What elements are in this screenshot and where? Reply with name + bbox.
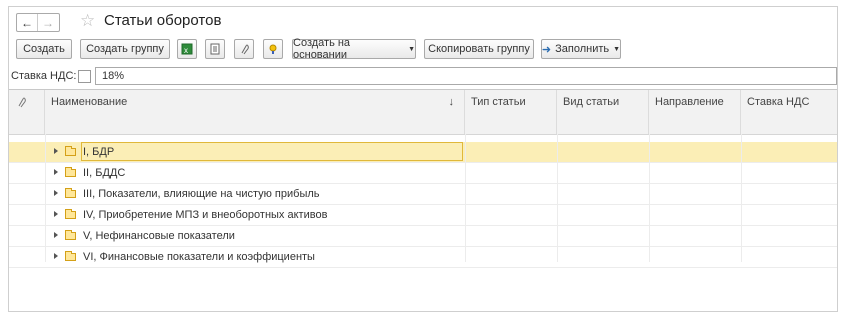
vat-checkbox[interactable] bbox=[78, 70, 91, 83]
excel-icon[interactable]: x bbox=[177, 39, 197, 59]
star-icon[interactable]: ☆ bbox=[80, 12, 95, 30]
table-row[interactable]: III, Показатели, влияющие на чистую приб… bbox=[9, 184, 837, 205]
fill-label: Заполнить bbox=[555, 43, 610, 55]
expand-icon[interactable] bbox=[54, 211, 58, 217]
column-header-name[interactable]: Наименование ↓ bbox=[45, 90, 465, 134]
column-divider bbox=[45, 134, 46, 262]
fill-button[interactable]: ➜ Заполнить ▼ bbox=[541, 39, 621, 59]
folder-icon bbox=[65, 251, 76, 261]
row-label: IV, Приобретение МПЗ и внеоборотных акти… bbox=[83, 209, 328, 221]
column-header-vat[interactable]: Ставка НДС bbox=[741, 90, 837, 134]
expand-icon[interactable] bbox=[54, 253, 58, 259]
table-row[interactable]: II, БДДС bbox=[9, 163, 837, 184]
expand-icon[interactable] bbox=[54, 190, 58, 196]
expand-icon[interactable] bbox=[54, 169, 58, 175]
forward-arrow-icon[interactable]: → bbox=[37, 14, 58, 31]
row-label: II, БДДС bbox=[83, 167, 126, 179]
table-row[interactable]: VI, Финансовые показатели и коэффициенты bbox=[9, 247, 837, 268]
column-divider bbox=[557, 134, 558, 262]
bulb-icon[interactable] bbox=[263, 39, 283, 59]
row-label: VI, Финансовые показатели и коэффициенты bbox=[83, 251, 315, 263]
copy-group-button[interactable]: Скопировать группу bbox=[424, 39, 534, 59]
items-table: Наименование ↓ Тип статьи Вид статьи Нап… bbox=[9, 89, 837, 312]
row-label: I, БДР bbox=[83, 146, 115, 158]
back-arrow-icon[interactable]: ← bbox=[17, 14, 37, 31]
window: ← → ☆ Статьи оборотов Создать Создать гр… bbox=[8, 6, 838, 312]
list-icon[interactable] bbox=[205, 39, 225, 59]
folder-icon bbox=[65, 230, 76, 240]
vat-row: Ставка НДС: 18% bbox=[9, 67, 837, 87]
sort-arrow-icon: ↓ bbox=[448, 96, 455, 108]
folder-icon bbox=[65, 167, 76, 177]
column-header-direction[interactable]: Направление bbox=[649, 90, 741, 134]
folder-icon bbox=[65, 209, 76, 219]
vat-input[interactable]: 18% bbox=[95, 67, 837, 85]
paperclip-icon[interactable] bbox=[234, 39, 254, 59]
column-header-kind[interactable]: Вид статьи bbox=[557, 90, 649, 134]
vat-label: Ставка НДС: bbox=[11, 70, 77, 82]
nav-buttons: ← → bbox=[16, 13, 60, 32]
table-header: Наименование ↓ Тип статьи Вид статьи Нап… bbox=[9, 90, 837, 135]
attachment-column-header[interactable] bbox=[9, 90, 45, 134]
table-row[interactable]: IV, Приобретение МПЗ и внеоборотных акти… bbox=[9, 205, 837, 226]
table-row[interactable]: V, Нефинансовые показатели bbox=[9, 226, 837, 247]
column-divider bbox=[649, 134, 650, 262]
expand-icon[interactable] bbox=[54, 148, 58, 154]
page-title: Статьи оборотов bbox=[104, 12, 222, 29]
create-group-button[interactable]: Создать группу bbox=[80, 39, 170, 59]
svg-text:x: x bbox=[184, 46, 188, 55]
folder-icon bbox=[65, 146, 76, 156]
column-divider bbox=[741, 134, 742, 262]
table-row[interactable]: I, БДР bbox=[9, 142, 837, 163]
create-button[interactable]: Создать bbox=[16, 39, 72, 59]
dropdown-icon: ▼ bbox=[613, 45, 621, 53]
column-header-type[interactable]: Тип статьи bbox=[465, 90, 557, 134]
folder-icon bbox=[65, 188, 76, 198]
create-based-on-button[interactable]: Создать на основании ▼ bbox=[292, 37, 416, 61]
dropdown-icon: ▼ bbox=[408, 45, 415, 53]
paperclip-icon bbox=[18, 97, 26, 108]
column-divider bbox=[465, 134, 466, 262]
row-label: III, Показатели, влияющие на чистую приб… bbox=[83, 188, 320, 200]
expand-icon[interactable] bbox=[54, 232, 58, 238]
create-based-on-label: Создать на основании bbox=[293, 37, 351, 61]
fill-arrow-icon: ➜ bbox=[541, 43, 552, 56]
row-label: V, Нефинансовые показатели bbox=[83, 230, 235, 242]
selection-box bbox=[81, 142, 463, 161]
